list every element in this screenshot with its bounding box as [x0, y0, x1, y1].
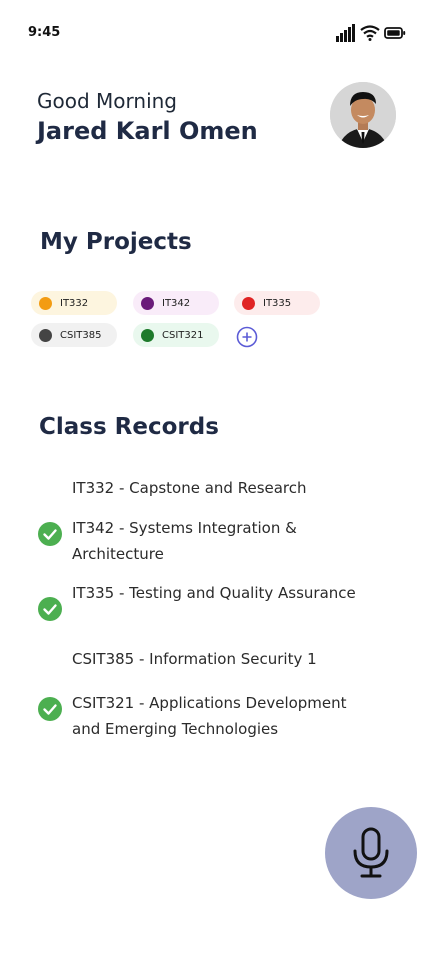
check-circle-icon: [38, 597, 62, 621]
microphone-icon: [353, 827, 389, 878]
battery-icon: [384, 27, 406, 39]
my-projects-title: My Projects: [40, 229, 192, 255]
project-chip-label: CSIT321: [162, 329, 204, 341]
project-color-dot: [39, 328, 52, 342]
project-chip-label: CSIT385: [60, 329, 102, 341]
class-record-label: IT332 - Capstone and Research: [72, 479, 307, 497]
check-circle-icon: [38, 697, 62, 721]
status-icons: [336, 24, 406, 42]
voice-input-button[interactable]: [325, 807, 417, 899]
signal-icon: [336, 24, 355, 42]
check-circle-icon: [38, 522, 62, 546]
class-record-label: IT335 - Testing and Quality Assurance: [72, 584, 356, 602]
class-record-label: CSIT321 - Applications Development and E…: [72, 694, 347, 738]
project-chip[interactable]: CSIT385: [31, 323, 117, 347]
greeting-text: Good Morning: [37, 89, 177, 113]
wifi-icon: [360, 25, 380, 41]
project-chip-label: IT342: [162, 297, 191, 309]
add-project-button[interactable]: [236, 326, 258, 348]
project-color-dot: [39, 296, 52, 310]
user-name: Jared Karl Omen: [37, 117, 258, 145]
project-color-dot: [242, 296, 255, 310]
class-record-label: CSIT385 - Information Security 1: [72, 650, 317, 668]
project-color-dot: [141, 328, 154, 342]
status-time: 9:45: [28, 25, 61, 40]
avatar-photo: [330, 82, 396, 148]
project-chip[interactable]: CSIT321: [133, 323, 219, 347]
project-chip[interactable]: IT332: [31, 291, 117, 315]
status-bar: 9:45: [0, 0, 440, 60]
project-chip[interactable]: IT335: [234, 291, 320, 315]
class-record-label: IT342 - Systems Integration & Architectu…: [72, 519, 297, 563]
project-chip[interactable]: IT342: [133, 291, 219, 315]
avatar[interactable]: [330, 82, 396, 148]
project-chip-label: IT332: [60, 297, 89, 309]
project-color-dot: [141, 296, 154, 310]
project-chip-label: IT335: [263, 297, 292, 309]
class-records-title: Class Records: [39, 414, 219, 440]
